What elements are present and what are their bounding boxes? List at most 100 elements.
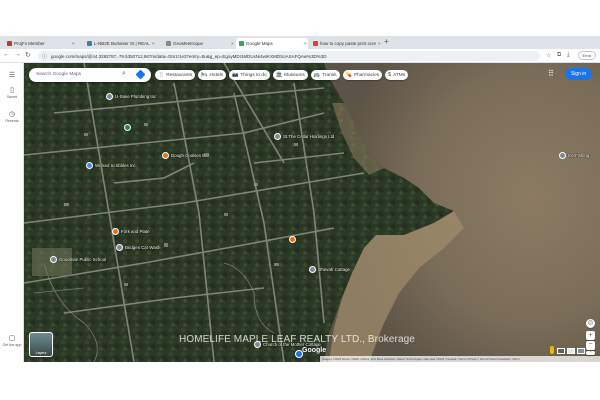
satellite-map[interactable]: Search Google Maps ⌕ 🍴 Restaurants 🛏 Hotels… (24, 63, 600, 362)
browser-tab[interactable]: GeoMeetroque × (163, 38, 235, 49)
close-tab-icon[interactable]: × (304, 41, 307, 46)
place-label: Wicked Scribbles Inc. (95, 163, 137, 168)
tab-favicon-icon (166, 41, 171, 46)
chip-icon: 📷 (232, 72, 239, 78)
close-tab-icon[interactable]: × (72, 41, 75, 46)
place-marker[interactable]: U-Save Plumbing Inc (106, 93, 156, 100)
place-marker[interactable]: Fork and Plate (112, 228, 150, 235)
chip-label: Museums (284, 72, 305, 78)
directions-icon[interactable] (135, 69, 146, 80)
browser-tab[interactable]: ProjFx Member × (4, 38, 82, 49)
terrain-thumbnail[interactable] (557, 348, 565, 354)
browser-tab[interactable]: L-NB2E Burlaiser St | REALM × (84, 38, 162, 49)
chip-icon: 🏛 (275, 72, 283, 78)
search-icon[interactable]: ⌕ (122, 70, 126, 78)
expand-icon[interactable]: ⌃ (586, 351, 595, 355)
place-label: U-Save Plumbing Inc (115, 94, 157, 99)
site-info-icon[interactable]: ⓘ (42, 53, 47, 60)
close-tab-icon[interactable]: × (231, 41, 234, 46)
place-marker[interactable]: Ice Fishing (559, 152, 589, 159)
chip-restaurants[interactable]: 🍴 Restaurants (155, 70, 196, 80)
recents-button[interactable]: ◷ Recents (0, 111, 24, 123)
google-apps-icon[interactable]: ⠿ (548, 69, 554, 78)
place-label: Ohevah Cottage (318, 267, 350, 272)
chip-hotels[interactable]: 🛏 Hotels (198, 70, 227, 80)
address-bar[interactable]: ⓘ google.com/maps/@44.3292787,-79.535071… (38, 51, 540, 61)
history-icon: ◷ (8, 111, 16, 118)
profile-button[interactable]: Error (578, 51, 596, 60)
place-marker[interactable]: St.The Cellar Holdings Ltd (274, 133, 334, 140)
recents-label: Recents (5, 119, 19, 123)
tab-title: GeoMeetroque (173, 41, 204, 46)
search-box[interactable]: Search Google Maps ⌕ (29, 68, 151, 82)
map-thumbnail[interactable] (567, 348, 575, 354)
zoom-in-button[interactable]: + (586, 331, 595, 340)
tab-title: Google Maps (246, 41, 273, 46)
chip-things-to-do[interactable]: 📷 Things to do (229, 70, 270, 80)
chip-icon: 🍴 (158, 72, 165, 78)
place-pin-icon (309, 266, 316, 273)
place-marker[interactable]: Wicked Scribbles Inc. (86, 162, 137, 169)
menu-icon: ☰ (8, 72, 16, 79)
globe-thumbnail[interactable] (577, 348, 585, 354)
browser-toolbar: ← → ↻ ⓘ google.com/maps/@44.3292787,-79.… (0, 49, 600, 63)
forward-button[interactable]: → (14, 51, 21, 58)
brokerage-watermark: HOMELIFE MAPLE LEAF REALTY LTD., Brokera… (179, 334, 415, 345)
get-app-button[interactable]: ▢ Get the app (0, 335, 24, 347)
get-app-label: Get the app (2, 343, 22, 347)
place-marker[interactable]: Dough Cookies Bar (162, 152, 209, 159)
place-pin-icon (289, 236, 296, 243)
minus-icon: − (588, 341, 593, 348)
chip-transit[interactable]: 🚌 Transit (310, 70, 340, 80)
extensions-icon[interactable]: ⧉ (557, 52, 561, 59)
place-label: Fork and Plate (121, 229, 150, 234)
download-icon[interactable]: ⤓ (567, 52, 570, 59)
tab-title: how to copy paste print screen (320, 41, 376, 46)
close-tab-icon[interactable]: × (152, 41, 155, 46)
satellite-imagery (24, 63, 600, 362)
tab-title: ProjFx Member (14, 41, 45, 46)
place-marker[interactable] (289, 236, 296, 243)
chip-icon: 💊 (345, 72, 352, 78)
street-view-pegman-icon[interactable] (550, 346, 554, 354)
place-marker[interactable]: Goodman Public School (50, 256, 106, 263)
phone-icon: ▢ (8, 335, 16, 342)
place-marker[interactable] (124, 124, 131, 131)
chip-museums[interactable]: 🏛 Museums (272, 70, 308, 80)
reload-button[interactable]: ↻ (25, 51, 31, 59)
back-button[interactable]: ← (3, 51, 10, 58)
tab-favicon-icon (7, 41, 12, 46)
category-chips: 🍴 Restaurants 🛏 Hotels 📷 Things to do 🏛 Museums… (155, 70, 409, 80)
saved-button[interactable]: ▯ Saved (0, 87, 24, 99)
place-marker[interactable]: Ohevah Cottage (309, 266, 350, 273)
star-icon[interactable]: ☆ (546, 52, 551, 59)
chip-icon: 🛏 (201, 72, 208, 78)
layers-button[interactable]: Layers (29, 332, 53, 357)
place-pin-icon (274, 133, 281, 140)
explore-button[interactable] (295, 350, 303, 358)
browser-tabstrip: ProjFx Member × L-NB2E Burlaiser St | REAL… (0, 36, 600, 49)
place-pin-icon (559, 152, 566, 159)
place-marker[interactable]: Bridges Car Wash (116, 244, 160, 251)
close-tab-icon[interactable]: × (378, 41, 381, 46)
locate-me-button[interactable]: ◎ (586, 319, 595, 328)
maps-side-rail: ☰ ▯ Saved ◷ Recents ▢ Get the app (0, 63, 24, 362)
layers-label: Layers (35, 351, 47, 355)
chip-pharmacies[interactable]: 💊 Pharmacies (342, 70, 383, 80)
tab-favicon-icon (313, 41, 318, 46)
chip-icon: 🚌 (313, 72, 321, 78)
place-label: St.The Cellar Holdings Ltd (283, 134, 335, 139)
chip-atms[interactable]: $ ATMs (385, 70, 409, 80)
chip-label: Restaurants (166, 72, 193, 78)
menu-button[interactable]: ☰ (0, 72, 24, 80)
chip-label: ATMs (392, 72, 406, 78)
new-tab-button[interactable]: + (384, 37, 389, 46)
browser-tab[interactable]: how to copy paste print screen × (310, 38, 382, 49)
zoom-out-button[interactable]: − (586, 341, 595, 350)
place-pin-icon (86, 162, 93, 169)
place-pin-icon (124, 124, 131, 131)
browser-tab[interactable]: Google Maps × (236, 38, 308, 49)
place-label: Ice Fishing (568, 153, 590, 158)
tab-title: L-NB2E Burlaiser St | REALM (94, 41, 150, 46)
sign-in-button[interactable]: Sign in (565, 68, 592, 80)
